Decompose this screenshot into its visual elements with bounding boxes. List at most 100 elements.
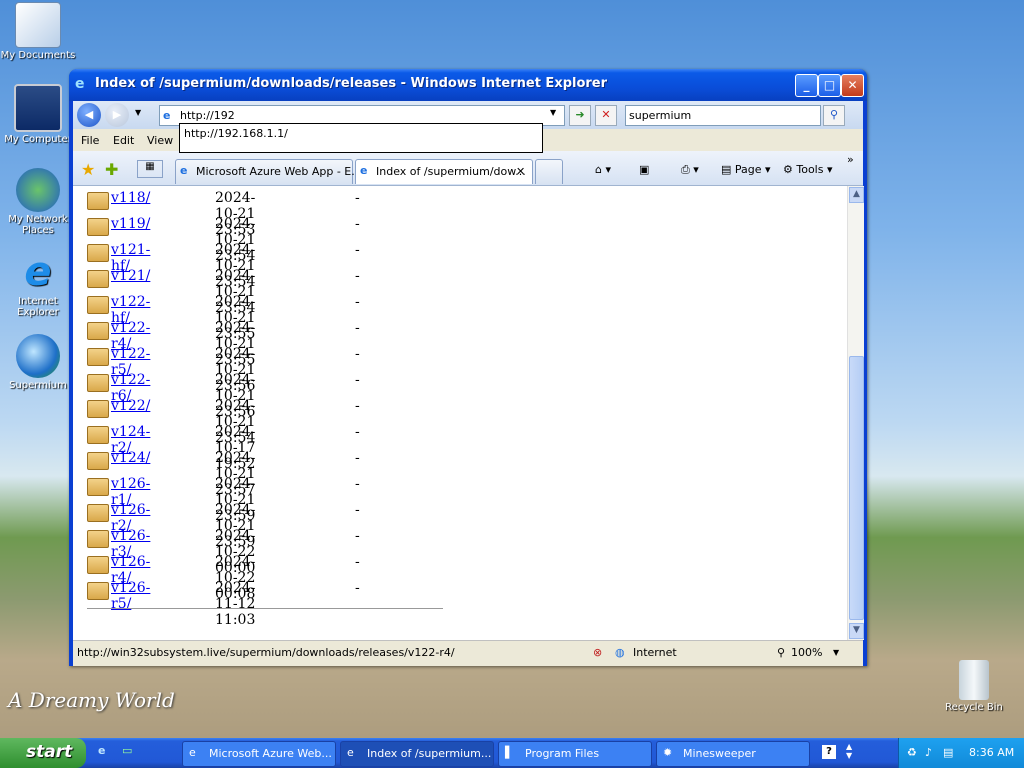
- page-content: v118/2024-10-21 23:53- v119/2024-10-21 23…: [73, 186, 847, 640]
- start-button[interactable]: start: [0, 738, 86, 768]
- file-size: -: [355, 320, 360, 336]
- file-size: -: [355, 268, 360, 284]
- tools-menu[interactable]: ⚙ Tools ▾: [783, 163, 833, 176]
- taskbar-program-files[interactable]: ▌ Program Files: [498, 741, 652, 767]
- file-size: -: [355, 216, 360, 232]
- folder-icon: [87, 348, 109, 366]
- minesweeper-icon: ✹: [663, 746, 673, 759]
- folder-icon: [87, 400, 109, 418]
- page-icon: e: [163, 109, 171, 122]
- clock: 8:36 AM: [969, 746, 1015, 759]
- menu-file[interactable]: File: [81, 134, 99, 147]
- file-size: -: [355, 424, 360, 440]
- forward-button[interactable]: ▶: [105, 103, 129, 127]
- window-body: ◀ ▶ ▼ e http://192 ▼ http://192.168.1.1/…: [73, 101, 864, 666]
- folder-icon: [87, 582, 109, 600]
- scroll-thumb[interactable]: [849, 356, 864, 620]
- folder-link[interactable]: v121/: [111, 268, 150, 284]
- stop-button[interactable]: ✕: [595, 105, 617, 126]
- recent-pages-dropdown[interactable]: ▼: [135, 108, 141, 117]
- scroll-up-arrow[interactable]: ▲: [849, 187, 864, 203]
- tray-icon-1[interactable]: ♻: [907, 746, 917, 759]
- folder-task-icon: ▌: [505, 746, 514, 759]
- search-button[interactable]: ⚲: [823, 105, 845, 126]
- folder-link[interactable]: v124/: [111, 450, 150, 466]
- folder-icon: [87, 296, 109, 314]
- internet-explorer-icon: e: [24, 249, 52, 295]
- supermium-icon: [16, 334, 60, 378]
- zoom-level[interactable]: 100%: [791, 646, 822, 659]
- home-icon[interactable]: ⌂ ▾: [595, 163, 611, 176]
- file-size: -: [355, 502, 360, 518]
- address-input[interactable]: http://192: [180, 109, 235, 122]
- desktop-icon-recycle-bin[interactable]: Recycle Bin: [936, 660, 1012, 713]
- new-tab-button[interactable]: [535, 159, 563, 184]
- folder-link[interactable]: v118/: [111, 190, 150, 206]
- folder-link[interactable]: v119/: [111, 216, 150, 232]
- title-bar[interactable]: e Index of /supermium/downloads/releases…: [69, 69, 867, 101]
- add-favorites-icon[interactable]: ✚: [105, 160, 118, 179]
- quicklaunch-ie-icon[interactable]: e: [98, 744, 105, 757]
- search-input[interactable]: supermium: [629, 109, 691, 122]
- computer-icon: [14, 84, 62, 132]
- folder-icon: [87, 192, 109, 210]
- chevron-more-icon[interactable]: »: [847, 153, 854, 166]
- tab-index[interactable]: e Index of /supermium/dow... ✕: [355, 159, 533, 184]
- file-size: -: [355, 528, 360, 544]
- close-tab-icon[interactable]: ✕: [516, 165, 525, 178]
- ie-logo-icon: e: [75, 76, 85, 92]
- favorites-star-icon[interactable]: ★: [81, 160, 95, 179]
- folder-icon: [87, 426, 109, 444]
- vertical-scrollbar[interactable]: ▲ ▼: [847, 186, 864, 640]
- folder-link[interactable]: v122/: [111, 398, 150, 414]
- tab-azure[interactable]: e Microsoft Azure Web App - E...: [175, 159, 362, 184]
- go-button[interactable]: ➜: [569, 105, 591, 126]
- desktop-icon-internet-explorer[interactable]: e Internet Explorer: [0, 250, 76, 318]
- page-menu[interactable]: ▤ Page ▾: [721, 163, 771, 176]
- desktop-icon-my-computer[interactable]: My Computer: [0, 84, 76, 145]
- file-size: -: [355, 554, 360, 570]
- modified-date: 2024-11-12 11:03: [215, 580, 256, 628]
- menu-view[interactable]: View: [147, 134, 173, 147]
- file-size: -: [355, 580, 360, 596]
- ie-task-icon: e: [189, 746, 196, 759]
- tray-icon-2[interactable]: ♪: [925, 746, 932, 759]
- address-toolbar: ◀ ▶ ▼ e http://192 ▼ http://192.168.1.1/…: [73, 101, 863, 153]
- file-size: -: [355, 450, 360, 466]
- taskbar-index[interactable]: e Index of /supermium...: [340, 741, 494, 767]
- close-button[interactable]: ✕: [841, 74, 864, 97]
- globe-icon: ◍: [615, 646, 625, 659]
- autocomplete-dropdown[interactable]: http://192.168.1.1/: [179, 123, 543, 153]
- feeds-icon[interactable]: ▣: [639, 163, 649, 176]
- file-size: -: [355, 294, 360, 310]
- desktop-icon-my-network-places[interactable]: My Network Places: [0, 168, 76, 236]
- folder-icon: [87, 504, 109, 522]
- zoom-dropdown-icon[interactable]: ▼: [833, 648, 839, 657]
- taskbar-minesweeper[interactable]: ✹ Minesweeper: [656, 741, 810, 767]
- minimize-button[interactable]: _: [795, 74, 818, 97]
- quicklaunch-desktop-icon[interactable]: ▭: [122, 744, 132, 757]
- desktop-icon-supermium[interactable]: Supermium: [0, 334, 76, 391]
- file-size: -: [355, 346, 360, 362]
- status-bar: http://win32subsystem.live/supermium/dow…: [73, 640, 863, 665]
- recycle-bin-icon: [959, 660, 989, 700]
- taskbar-azure[interactable]: e Microsoft Azure Web...: [182, 741, 336, 767]
- autocomplete-item[interactable]: http://192.168.1.1/: [184, 127, 288, 140]
- taskbar-scroll-icon[interactable]: ▲ ▼: [846, 742, 852, 760]
- ie-tab-icon: e: [180, 164, 188, 177]
- search-box[interactable]: supermium: [625, 105, 821, 126]
- quick-tabs-icon[interactable]: ▦: [137, 160, 163, 178]
- desktop-icon-my-documents[interactable]: My Documents: [0, 2, 76, 61]
- scroll-down-arrow[interactable]: ▼: [849, 623, 864, 639]
- address-dropdown-icon[interactable]: ▼: [550, 108, 556, 117]
- tray-icon-3[interactable]: ▤: [943, 746, 953, 759]
- folder-icon: [87, 270, 109, 288]
- security-zone: Internet: [633, 646, 677, 659]
- window-title: Index of /supermium/downloads/releases -…: [95, 76, 608, 91]
- print-icon[interactable]: ⎙ ▾: [681, 163, 699, 177]
- back-button[interactable]: ◀: [77, 103, 101, 127]
- maximize-button[interactable]: □: [818, 74, 841, 97]
- menu-edit[interactable]: Edit: [113, 134, 134, 147]
- help-icon[interactable]: ?: [822, 745, 836, 759]
- zoom-icon: ⚲: [777, 646, 786, 659]
